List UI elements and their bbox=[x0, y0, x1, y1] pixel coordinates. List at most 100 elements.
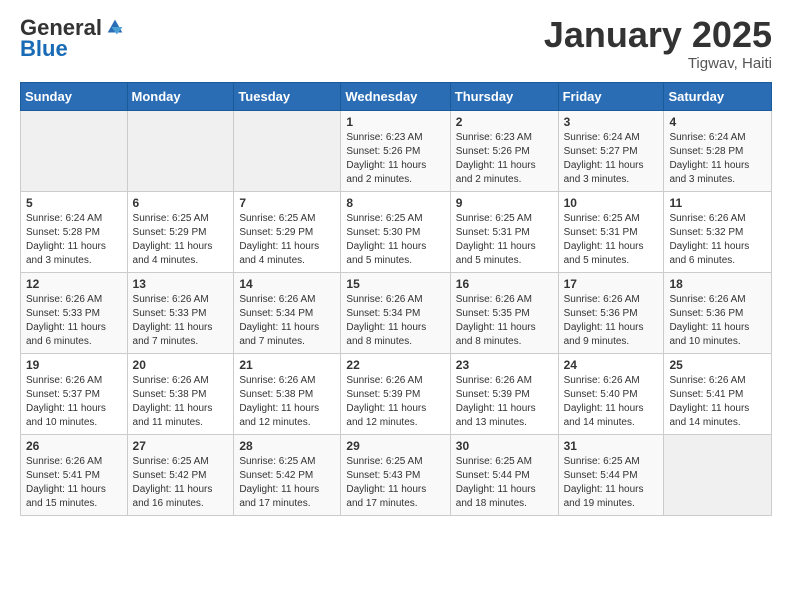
table-row: 16 Sunrise: 6:26 AM Sunset: 5:35 PM Dayli… bbox=[450, 272, 558, 353]
table-row: 23 Sunrise: 6:26 AM Sunset: 5:39 PM Dayli… bbox=[450, 353, 558, 434]
day-info: Sunrise: 6:26 AM Sunset: 5:33 PM Dayligh… bbox=[133, 293, 229, 349]
calendar-week-row: 26Sunrise: 6:26 AM Sunset: 5:41 PM Dayli… bbox=[21, 434, 772, 515]
logo-icon bbox=[104, 16, 126, 38]
table-row: 27Sunrise: 6:25 AM Sunset: 5:42 PM Dayli… bbox=[127, 434, 234, 515]
table-row: 4 Sunrise: 6:24 AM Sunset: 5:28 PM Daylig… bbox=[664, 110, 772, 191]
table-row bbox=[664, 434, 772, 515]
day-number: 8 bbox=[346, 196, 444, 210]
table-row: 20 Sunrise: 6:26 AM Sunset: 5:38 PM Dayli… bbox=[127, 353, 234, 434]
table-row: 3 Sunrise: 6:24 AM Sunset: 5:27 PM Daylig… bbox=[558, 110, 664, 191]
calendar-table: Sunday Monday Tuesday Wednesday Thursday… bbox=[20, 82, 772, 516]
day-info: Sunrise: 6:25 AM Sunset: 5:31 PM Dayligh… bbox=[564, 212, 659, 268]
day-info: Sunrise: 6:26 AM Sunset: 5:32 PM Dayligh… bbox=[669, 212, 766, 268]
day-number: 18 bbox=[669, 277, 766, 291]
table-row: 21 Sunrise: 6:26 AM Sunset: 5:38 PM Dayli… bbox=[234, 353, 341, 434]
day-info: Sunrise: 6:26 AM Sunset: 5:40 PM Dayligh… bbox=[564, 374, 659, 430]
table-row: 24Sunrise: 6:26 AM Sunset: 5:40 PM Dayli… bbox=[558, 353, 664, 434]
day-info: Sunrise: 6:24 AM Sunset: 5:27 PM Dayligh… bbox=[564, 131, 659, 187]
day-info: Sunrise: 6:26 AM Sunset: 5:34 PM Dayligh… bbox=[346, 293, 444, 349]
day-info: Sunrise: 6:25 AM Sunset: 5:30 PM Dayligh… bbox=[346, 212, 444, 268]
day-number: 12 bbox=[26, 277, 122, 291]
calendar-week-row: 1 Sunrise: 6:23 AM Sunset: 5:26 PM Daylig… bbox=[21, 110, 772, 191]
day-info: Sunrise: 6:26 AM Sunset: 5:39 PM Dayligh… bbox=[456, 374, 553, 430]
table-row: 1Sunrise: 6:23 AM Sunset: 5:26 PM Daylig… bbox=[341, 110, 450, 191]
col-saturday: Saturday bbox=[664, 82, 772, 110]
day-number: 1 bbox=[346, 115, 444, 129]
header: General Blue January 2025 Tigwav, Haiti bbox=[20, 15, 772, 72]
table-row: 28 Sunrise: 6:25 AM Sunset: 5:42 PM Dayli… bbox=[234, 434, 341, 515]
calendar-week-row: 12 Sunrise: 6:26 AM Sunset: 5:33 PM Dayli… bbox=[21, 272, 772, 353]
day-number: 25 bbox=[669, 358, 766, 372]
table-row: 30Sunrise: 6:25 AM Sunset: 5:44 PM Dayli… bbox=[450, 434, 558, 515]
day-info: Sunrise: 6:25 AM Sunset: 5:29 PM Dayligh… bbox=[133, 212, 229, 268]
day-info: Sunrise: 6:26 AM Sunset: 5:39 PM Dayligh… bbox=[346, 374, 444, 430]
day-number: 30 bbox=[456, 439, 553, 453]
day-info: Sunrise: 6:23 AM Sunset: 5:26 PM Dayligh… bbox=[456, 131, 553, 187]
day-info: Sunrise: 6:25 AM Sunset: 5:43 PM Dayligh… bbox=[346, 455, 444, 511]
table-row: 8 Sunrise: 6:25 AM Sunset: 5:30 PM Daylig… bbox=[341, 191, 450, 272]
table-row: 31 Sunrise: 6:25 AM Sunset: 5:44 PM Dayli… bbox=[558, 434, 664, 515]
table-row: 5 Sunrise: 6:24 AM Sunset: 5:28 PM Daylig… bbox=[21, 191, 128, 272]
day-info: Sunrise: 6:26 AM Sunset: 5:38 PM Dayligh… bbox=[133, 374, 229, 430]
table-row: 18 Sunrise: 6:26 AM Sunset: 5:36 PM Dayli… bbox=[664, 272, 772, 353]
day-number: 15 bbox=[346, 277, 444, 291]
table-row: 2 Sunrise: 6:23 AM Sunset: 5:26 PM Daylig… bbox=[450, 110, 558, 191]
col-sunday: Sunday bbox=[21, 82, 128, 110]
day-number: 13 bbox=[133, 277, 229, 291]
day-number: 16 bbox=[456, 277, 553, 291]
day-number: 20 bbox=[133, 358, 229, 372]
day-number: 19 bbox=[26, 358, 122, 372]
col-monday: Monday bbox=[127, 82, 234, 110]
table-row: 10Sunrise: 6:25 AM Sunset: 5:31 PM Dayli… bbox=[558, 191, 664, 272]
day-info: Sunrise: 6:26 AM Sunset: 5:41 PM Dayligh… bbox=[26, 455, 122, 511]
table-row: 6 Sunrise: 6:25 AM Sunset: 5:29 PM Daylig… bbox=[127, 191, 234, 272]
col-tuesday: Tuesday bbox=[234, 82, 341, 110]
day-info: Sunrise: 6:26 AM Sunset: 5:36 PM Dayligh… bbox=[669, 293, 766, 349]
day-number: 3 bbox=[564, 115, 659, 129]
day-info: Sunrise: 6:24 AM Sunset: 5:28 PM Dayligh… bbox=[669, 131, 766, 187]
col-wednesday: Wednesday bbox=[341, 82, 450, 110]
day-number: 11 bbox=[669, 196, 766, 210]
logo: General Blue bbox=[20, 15, 126, 62]
day-info: Sunrise: 6:24 AM Sunset: 5:28 PM Dayligh… bbox=[26, 212, 122, 268]
table-row: 19 Sunrise: 6:26 AM Sunset: 5:37 PM Dayli… bbox=[21, 353, 128, 434]
table-row: 13 Sunrise: 6:26 AM Sunset: 5:33 PM Dayli… bbox=[127, 272, 234, 353]
day-number: 17 bbox=[564, 277, 659, 291]
day-number: 7 bbox=[239, 196, 335, 210]
day-number: 29 bbox=[346, 439, 444, 453]
table-row: 7 Sunrise: 6:25 AM Sunset: 5:29 PM Daylig… bbox=[234, 191, 341, 272]
day-info: Sunrise: 6:25 AM Sunset: 5:31 PM Dayligh… bbox=[456, 212, 553, 268]
calendar-week-row: 5 Sunrise: 6:24 AM Sunset: 5:28 PM Daylig… bbox=[21, 191, 772, 272]
table-row: 9 Sunrise: 6:25 AM Sunset: 5:31 PM Daylig… bbox=[450, 191, 558, 272]
col-thursday: Thursday bbox=[450, 82, 558, 110]
day-number: 6 bbox=[133, 196, 229, 210]
day-number: 4 bbox=[669, 115, 766, 129]
day-info: Sunrise: 6:25 AM Sunset: 5:42 PM Dayligh… bbox=[239, 455, 335, 511]
day-info: Sunrise: 6:26 AM Sunset: 5:37 PM Dayligh… bbox=[26, 374, 122, 430]
day-info: Sunrise: 6:26 AM Sunset: 5:36 PM Dayligh… bbox=[564, 293, 659, 349]
day-number: 23 bbox=[456, 358, 553, 372]
calendar-header-row: Sunday Monday Tuesday Wednesday Thursday… bbox=[21, 82, 772, 110]
day-info: Sunrise: 6:26 AM Sunset: 5:35 PM Dayligh… bbox=[456, 293, 553, 349]
table-row: 29 Sunrise: 6:25 AM Sunset: 5:43 PM Dayli… bbox=[341, 434, 450, 515]
calendar-title: January 2025 bbox=[544, 15, 772, 55]
day-number: 31 bbox=[564, 439, 659, 453]
day-number: 9 bbox=[456, 196, 553, 210]
table-row: 22 Sunrise: 6:26 AM Sunset: 5:39 PM Dayli… bbox=[341, 353, 450, 434]
table-row: 12 Sunrise: 6:26 AM Sunset: 5:33 PM Dayli… bbox=[21, 272, 128, 353]
day-info: Sunrise: 6:26 AM Sunset: 5:33 PM Dayligh… bbox=[26, 293, 122, 349]
day-number: 28 bbox=[239, 439, 335, 453]
day-number: 2 bbox=[456, 115, 553, 129]
table-row: 26Sunrise: 6:26 AM Sunset: 5:41 PM Dayli… bbox=[21, 434, 128, 515]
day-info: Sunrise: 6:25 AM Sunset: 5:44 PM Dayligh… bbox=[564, 455, 659, 511]
day-info: Sunrise: 6:25 AM Sunset: 5:29 PM Dayligh… bbox=[239, 212, 335, 268]
day-number: 5 bbox=[26, 196, 122, 210]
col-friday: Friday bbox=[558, 82, 664, 110]
day-number: 21 bbox=[239, 358, 335, 372]
day-info: Sunrise: 6:25 AM Sunset: 5:42 PM Dayligh… bbox=[133, 455, 229, 511]
day-info: Sunrise: 6:26 AM Sunset: 5:38 PM Dayligh… bbox=[239, 374, 335, 430]
day-number: 22 bbox=[346, 358, 444, 372]
table-row: 14Sunrise: 6:26 AM Sunset: 5:34 PM Dayli… bbox=[234, 272, 341, 353]
table-row: 11 Sunrise: 6:26 AM Sunset: 5:32 PM Dayli… bbox=[664, 191, 772, 272]
day-info: Sunrise: 6:26 AM Sunset: 5:41 PM Dayligh… bbox=[669, 374, 766, 430]
